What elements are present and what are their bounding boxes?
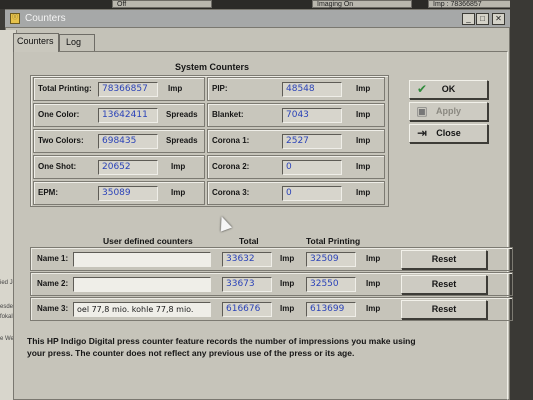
status-field-impressions: Imp : 78366857: [428, 0, 513, 8]
tab-counters[interactable]: Counters: [13, 33, 59, 52]
checkmark-icon: ✔: [416, 82, 428, 96]
counter-info-text: This HP Indigo Digital press counter fea…: [27, 336, 416, 358]
one-shot-value: 20652: [98, 160, 158, 175]
corona-1-label: Corona 1:: [212, 136, 250, 145]
unit-label: Imp: [356, 162, 371, 171]
name-1-total-printing-value: 32509: [306, 252, 356, 267]
pip-label: PIP:: [212, 84, 228, 93]
name-3-input[interactable]: oel 77,8 mio. kohle 77,8 mio.: [73, 302, 211, 317]
unit-label: Imp: [366, 304, 381, 313]
reset-name-1-button[interactable]: Reset: [401, 250, 487, 269]
unit-label: Imp: [356, 188, 371, 197]
screen-right-edge: [510, 0, 533, 400]
reset-name-3-button[interactable]: Reset: [401, 300, 487, 319]
system-counters-heading: System Counters: [175, 62, 250, 72]
epm-label: EPM:: [38, 188, 58, 197]
total-column-heading: Total: [239, 236, 259, 246]
total-printing-label: Total Printing:: [38, 84, 92, 93]
apply-button-label: Apply: [435, 106, 461, 116]
name-3-label: Name 3:: [37, 304, 69, 313]
unit-label: Imp: [366, 254, 381, 263]
app-icon: Ⓘ: [10, 13, 20, 24]
apply-button[interactable]: ▣ Apply: [409, 102, 488, 121]
unit-label: Imp: [280, 304, 295, 313]
two-colors-value: 698435: [98, 134, 158, 149]
unit-label: Imp: [280, 279, 295, 288]
corona-2-label: Corona 2:: [212, 162, 250, 171]
one-color-value: 13642411: [98, 108, 158, 123]
name-2-total-value: 33673: [222, 277, 272, 292]
corona-2-value: 0: [282, 160, 342, 175]
name-2-total-printing-value: 32550: [306, 277, 356, 292]
maximize-button[interactable]: □: [476, 13, 489, 25]
unit-label: Spreads: [166, 110, 198, 119]
name-2-label: Name 2:: [37, 279, 69, 288]
total-printing-value: 78366857: [98, 82, 158, 97]
tab-log[interactable]: Log: [59, 34, 95, 51]
close-button[interactable]: ⇥ Close: [409, 124, 488, 143]
status-field-imaging: Imaging On: [312, 0, 412, 8]
name-3-total-printing-value: 613699: [306, 302, 356, 317]
title-bar[interactable]: [5, 10, 510, 28]
reset-name-2-button[interactable]: Reset: [401, 275, 487, 294]
total-printing-column-heading: Total Printing: [306, 236, 361, 246]
minimize-button[interactable]: _: [462, 13, 475, 25]
corona-3-label: Corona 3:: [212, 188, 250, 197]
unit-label: Imp: [168, 84, 183, 93]
two-colors-label: Two Colors:: [38, 136, 84, 145]
window-title: Counters: [25, 13, 66, 24]
status-field-mode: Off: [112, 0, 212, 8]
name-1-total-value: 33632: [222, 252, 272, 267]
close-button-label: Close: [436, 128, 461, 138]
unit-label: Spreads: [166, 136, 198, 145]
epm-value: 35089: [98, 186, 158, 201]
name-3-total-value: 616676: [222, 302, 272, 317]
unit-label: Imp: [356, 84, 371, 93]
ok-button-label: OK: [441, 84, 456, 94]
one-color-label: One Color:: [38, 110, 80, 119]
blanket-label: Blanket:: [212, 110, 244, 119]
exit-arrow-icon: ⇥: [416, 126, 428, 140]
ok-button[interactable]: ✔ OK: [409, 80, 488, 99]
user-counters-heading: User defined counters: [103, 236, 193, 246]
corona-1-value: 2527: [282, 134, 342, 149]
pip-value: 48548: [282, 82, 342, 97]
save-disk-icon: ▣: [416, 104, 428, 118]
unit-label: Imp: [280, 254, 295, 263]
unit-label: Imp: [171, 162, 186, 171]
unit-label: Imp: [356, 136, 371, 145]
unit-label: Imp: [356, 110, 371, 119]
unit-label: Imp: [366, 279, 381, 288]
name-1-label: Name 1:: [37, 254, 69, 263]
unit-label: Imp: [171, 188, 186, 197]
corona-3-value: 0: [282, 186, 342, 201]
close-window-button[interactable]: ✕: [492, 13, 505, 25]
name-2-input[interactable]: [73, 277, 211, 292]
name-1-input[interactable]: [73, 252, 211, 267]
one-shot-label: One Shot:: [38, 162, 77, 171]
blanket-value: 7043: [282, 108, 342, 123]
